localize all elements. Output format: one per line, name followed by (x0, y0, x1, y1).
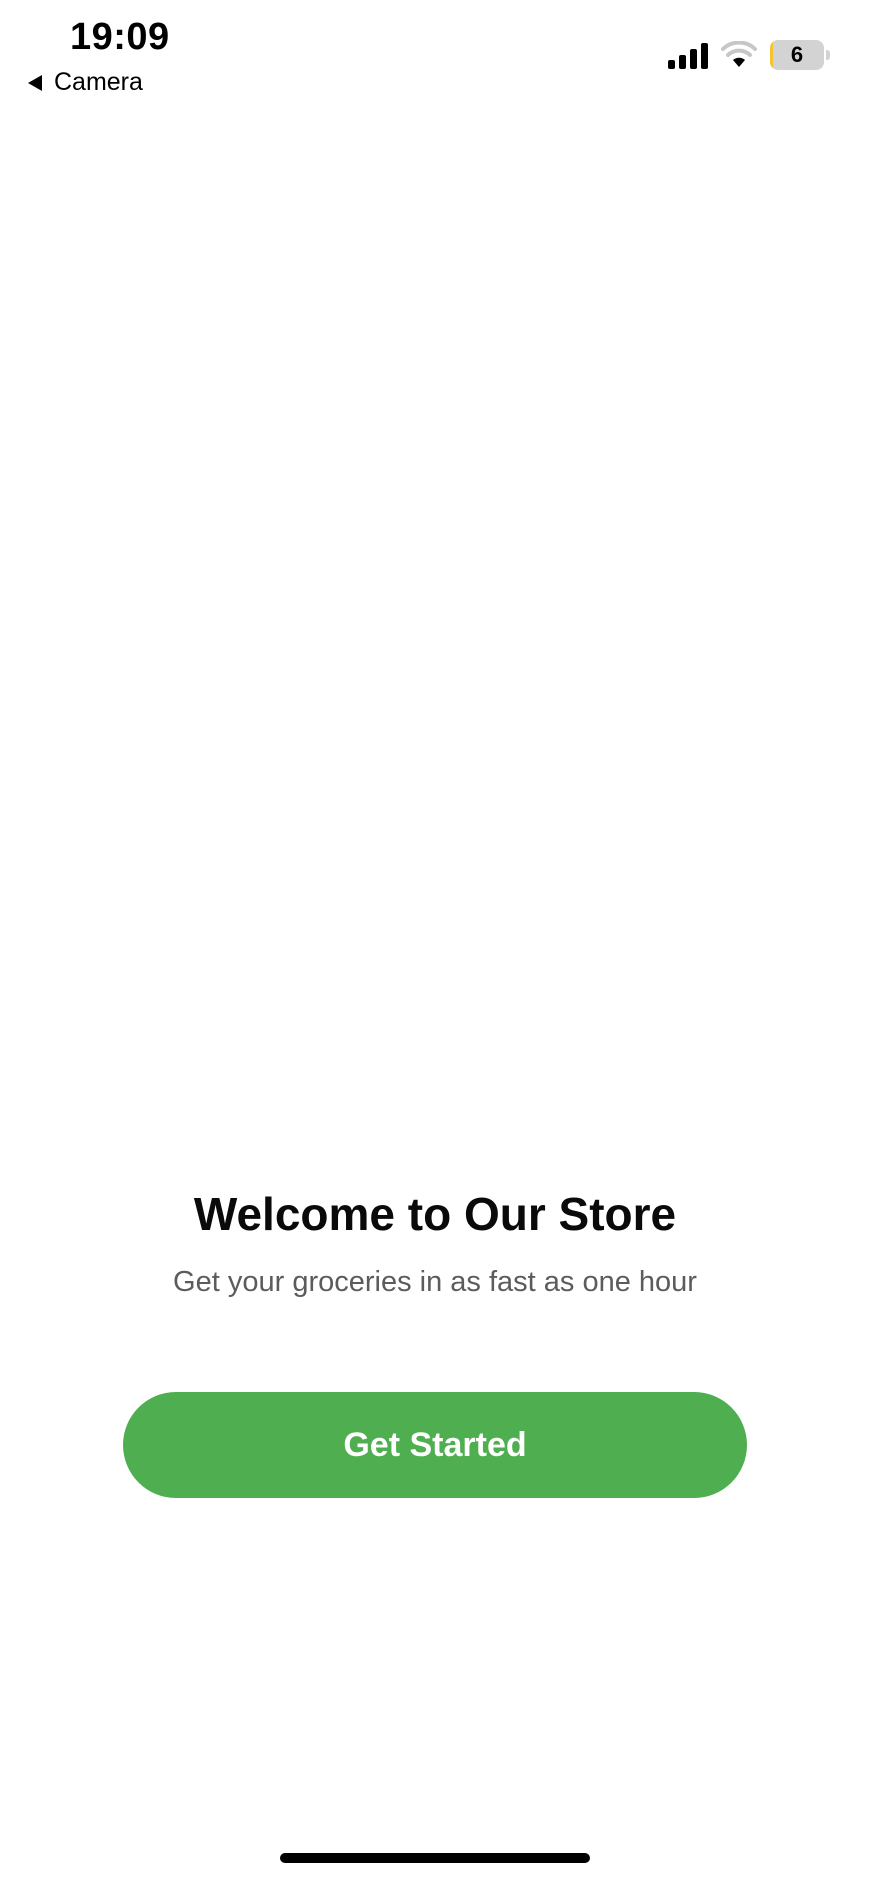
welcome-subtitle: Get your groceries in as fast as one hou… (173, 1266, 697, 1298)
welcome-title: Welcome to Our Store (193, 1188, 677, 1240)
status-indicators: 6 (668, 40, 830, 70)
back-arrow-icon (28, 74, 42, 91)
status-time: 19:09 (70, 16, 170, 58)
battery-tip (826, 50, 830, 60)
home-indicator[interactable] (280, 1853, 590, 1863)
get-started-button[interactable]: Get Started (123, 1392, 747, 1498)
battery-icon: 6 (770, 40, 824, 70)
status-bar: 19:09 Camera 6 (0, 0, 870, 110)
wifi-icon (721, 41, 757, 67)
battery-fill (770, 40, 774, 70)
back-link-label: Camera (54, 68, 143, 96)
battery-level: 6 (790, 42, 804, 67)
back-to-camera-link[interactable]: Camera (28, 68, 143, 97)
signal-icon (668, 41, 708, 69)
